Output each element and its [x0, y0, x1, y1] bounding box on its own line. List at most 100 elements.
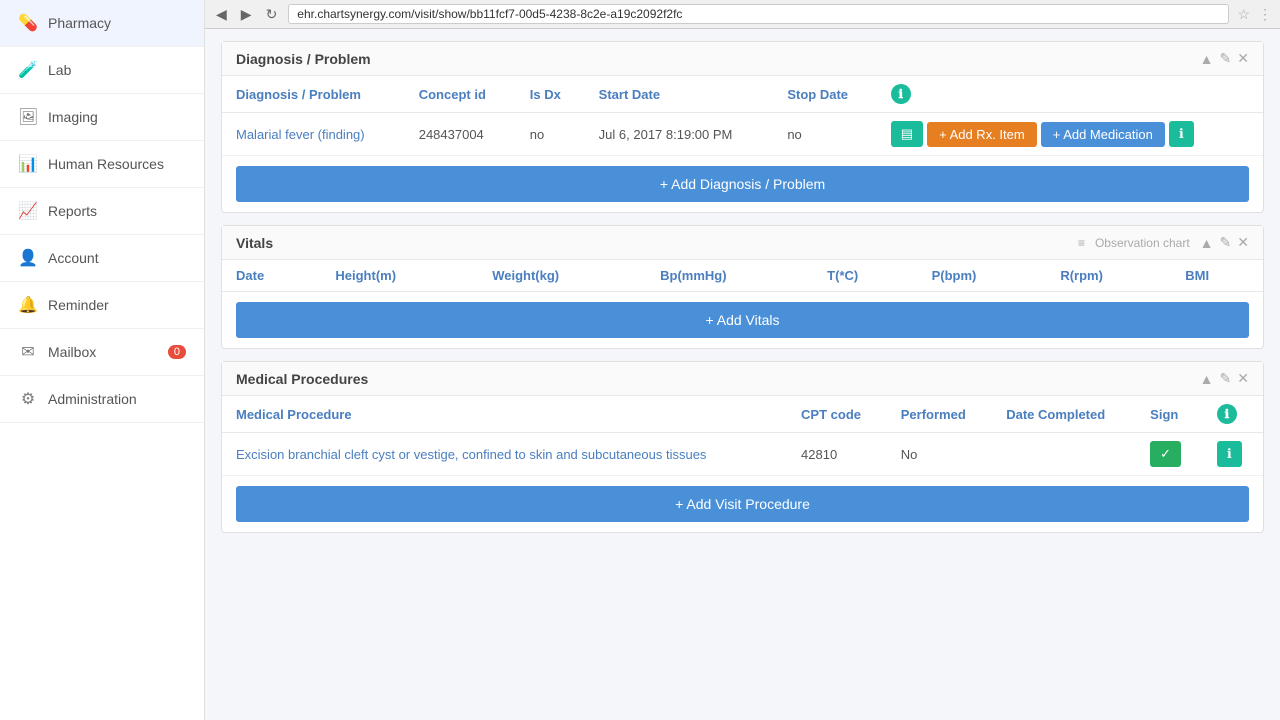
diagnosis-name: Malarial fever (finding): [222, 113, 405, 156]
col-start-date: Start Date: [585, 76, 774, 113]
procedure-info-btn[interactable]: ℹ: [1217, 441, 1242, 467]
vitals-close-btn[interactable]: ✕: [1237, 234, 1249, 251]
sidebar-item-reports[interactable]: 📈 Reports: [0, 188, 204, 235]
procedures-close-btn[interactable]: ✕: [1237, 370, 1249, 387]
col-stop-date: Stop Date: [773, 76, 876, 113]
col-height: Height(m): [321, 260, 478, 292]
procedure-cpt-code: 42810: [787, 433, 887, 476]
procedures-table: Medical Procedure CPT code Performed Dat…: [222, 396, 1263, 476]
menu-icon: ⋮: [1258, 6, 1272, 23]
diagnosis-stop-date: no: [773, 113, 876, 156]
procedures-header-actions: ▲ ✎ ✕: [1200, 370, 1249, 387]
sidebar-item-mailbox[interactable]: ✉ Mailbox 0: [0, 329, 204, 376]
sidebar-label-human-resources: Human Resources: [48, 156, 164, 172]
col-bp: Bp(mmHg): [646, 260, 813, 292]
diagnosis-section: Diagnosis / Problem ▲ ✎ ✕ Diagnosis / Pr…: [221, 41, 1264, 213]
col-pulse: P(bpm): [918, 260, 1047, 292]
account-icon: 👤: [18, 248, 38, 268]
col-diagnosis: Diagnosis / Problem: [222, 76, 405, 113]
vitals-collapse-btn[interactable]: ▲: [1200, 235, 1214, 251]
col-cpt-code: CPT code: [787, 396, 887, 433]
diagnosis-view-btn[interactable]: ▤: [891, 121, 923, 147]
procedure-info: ℹ: [1203, 433, 1263, 476]
obs-chart-label: ≡: [1078, 236, 1085, 250]
vitals-edit-btn[interactable]: ✎: [1220, 234, 1232, 251]
sidebar-label-mailbox: Mailbox: [48, 344, 96, 360]
sidebar-label-administration: Administration: [48, 391, 137, 407]
lab-icon: 🧪: [18, 60, 38, 80]
sidebar-label-imaging: Imaging: [48, 109, 98, 125]
sidebar-item-administration[interactable]: ⚙ Administration: [0, 376, 204, 423]
refresh-button[interactable]: ↻: [263, 6, 281, 23]
table-row: Malarial fever (finding) 248437004 no Ju…: [222, 113, 1263, 156]
diagnosis-link[interactable]: Malarial fever (finding): [236, 127, 365, 142]
diagnosis-collapse-btn[interactable]: ▲: [1200, 51, 1214, 67]
content-area: Diagnosis / Problem ▲ ✎ ✕ Diagnosis / Pr…: [205, 29, 1280, 720]
sidebar-label-reports: Reports: [48, 203, 97, 219]
vitals-header-actions: ≡ Observation chart ▲ ✎ ✕: [1078, 234, 1249, 251]
sidebar-item-account[interactable]: 👤 Account: [0, 235, 204, 282]
sidebar-label-pharmacy: Pharmacy: [48, 15, 111, 31]
pharmacy-icon: 💊: [18, 13, 38, 33]
col-weight: Weight(kg): [478, 260, 646, 292]
diagnosis-edit-btn[interactable]: ✎: [1220, 50, 1232, 67]
sidebar-label-reminder: Reminder: [48, 297, 109, 313]
url-bar[interactable]: [288, 4, 1229, 24]
col-date: Date: [222, 260, 321, 292]
procedure-date-completed: [992, 433, 1136, 476]
medical-procedures-section: Medical Procedures ▲ ✎ ✕ Medical Procedu…: [221, 361, 1264, 533]
administration-icon: ⚙: [18, 389, 38, 409]
sidebar-item-lab[interactable]: 🧪 Lab: [0, 47, 204, 94]
imaging-icon: 🖼: [18, 107, 38, 127]
procedure-sign: ✓: [1136, 433, 1203, 476]
procedures-edit-btn[interactable]: ✎: [1220, 370, 1232, 387]
sidebar-item-pharmacy[interactable]: 💊 Pharmacy: [0, 0, 204, 47]
diagnosis-info-header-icon: ℹ: [891, 84, 911, 104]
procedures-collapse-btn[interactable]: ▲: [1200, 371, 1214, 387]
sidebar-label-lab: Lab: [48, 62, 71, 78]
diagnosis-header-actions: ▲ ✎ ✕: [1200, 50, 1249, 67]
sidebar-item-human-resources[interactable]: 📊 Human Resources: [0, 141, 204, 188]
col-resp: R(rpm): [1046, 260, 1171, 292]
add-diagnosis-btn[interactable]: + Add Diagnosis / Problem: [236, 166, 1249, 202]
add-vitals-btn[interactable]: + Add Vitals: [236, 302, 1249, 338]
diagnosis-title: Diagnosis / Problem: [236, 51, 371, 67]
diagnosis-header: Diagnosis / Problem ▲ ✎ ✕: [222, 42, 1263, 76]
add-rx-btn[interactable]: + Add Rx. Item: [927, 122, 1037, 147]
procedure-sign-btn[interactable]: ✓: [1150, 441, 1181, 467]
diagnosis-is-dx: no: [516, 113, 585, 156]
col-bmi: BMI: [1171, 260, 1263, 292]
diagnosis-info-btn[interactable]: ℹ: [1169, 121, 1194, 147]
col-concept-id: Concept id: [405, 76, 516, 113]
mailbox-icon: ✉: [18, 342, 38, 362]
col-procedure: Medical Procedure: [222, 396, 787, 433]
forward-button[interactable]: ▶: [238, 6, 255, 23]
vitals-title: Vitals: [236, 235, 273, 251]
procedures-info-header-icon: ℹ: [1217, 404, 1237, 424]
mailbox-badge: 0: [168, 345, 186, 359]
procedure-name: Excision branchial cleft cyst or vestige…: [222, 433, 787, 476]
add-procedure-btn[interactable]: + Add Visit Procedure: [236, 486, 1249, 522]
main-area: ◀ ▶ ↻ ☆ ⋮ Diagnosis / Problem ▲ ✎ ✕ Diag…: [205, 0, 1280, 720]
col-temp: T(*C): [813, 260, 917, 292]
procedure-link[interactable]: Excision branchial cleft cyst or vestige…: [236, 447, 706, 462]
reports-icon: 📈: [18, 201, 38, 221]
diagnosis-row-actions: ▤ + Add Rx. Item + Add Medication ℹ: [877, 113, 1263, 156]
vitals-section: Vitals ≡ Observation chart ▲ ✎ ✕ Date He…: [221, 225, 1264, 349]
col-is-dx: Is Dx: [516, 76, 585, 113]
col-info-header: ℹ: [877, 76, 1263, 113]
vitals-table: Date Height(m) Weight(kg) Bp(mmHg) T(*C)…: [222, 260, 1263, 292]
col-date-completed: Date Completed: [992, 396, 1136, 433]
human-resources-icon: 📊: [18, 154, 38, 174]
diagnosis-close-btn[interactable]: ✕: [1237, 50, 1249, 67]
back-button[interactable]: ◀: [213, 6, 230, 23]
add-medication-btn[interactable]: + Add Medication: [1041, 122, 1165, 147]
sidebar-item-reminder[interactable]: 🔔 Reminder: [0, 282, 204, 329]
table-row: Excision branchial cleft cyst or vestige…: [222, 433, 1263, 476]
star-icon: ☆: [1237, 6, 1250, 23]
sidebar-item-imaging[interactable]: 🖼 Imaging: [0, 94, 204, 141]
procedures-header: Medical Procedures ▲ ✎ ✕: [222, 362, 1263, 396]
diagnosis-start-date: Jul 6, 2017 8:19:00 PM: [585, 113, 774, 156]
col-sign: Sign: [1136, 396, 1203, 433]
col-performed: Performed: [887, 396, 992, 433]
